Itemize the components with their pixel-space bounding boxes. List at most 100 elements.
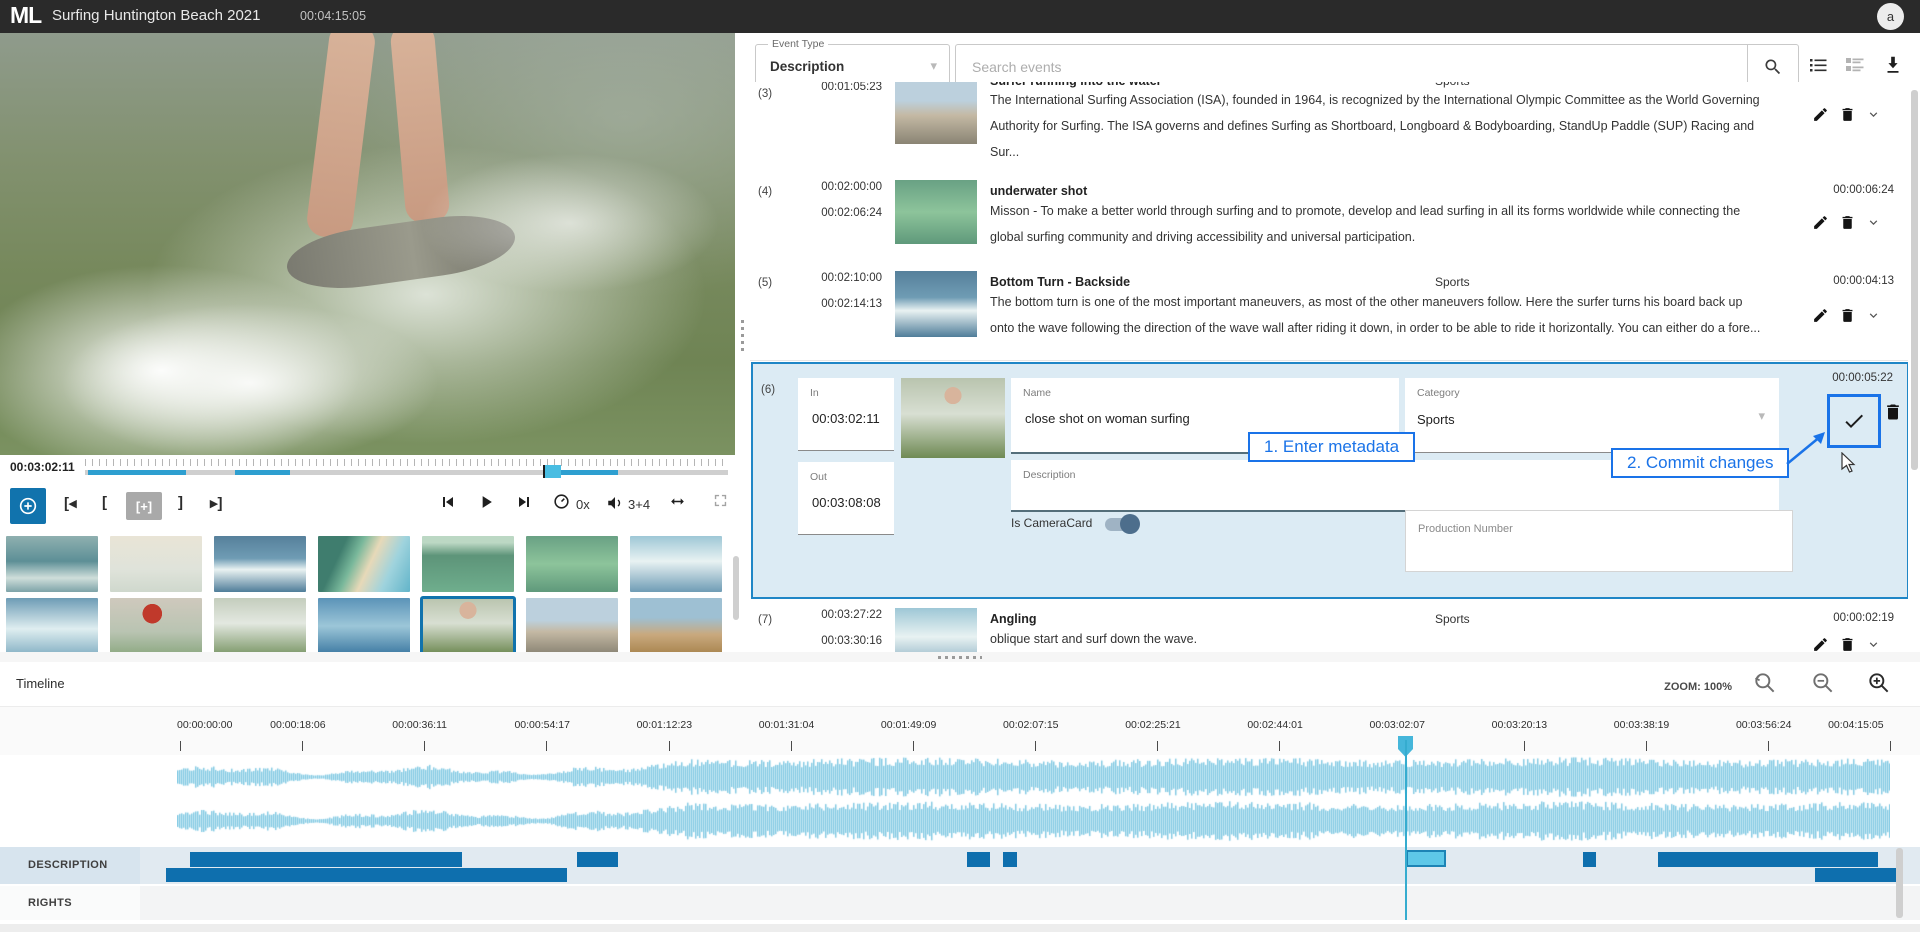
player-timecode: 00:03:02:11 — [10, 460, 75, 474]
play-button[interactable] — [476, 492, 496, 512]
ruler-tick — [1157, 741, 1158, 751]
event-list-scrollbar[interactable] — [1911, 90, 1918, 470]
thumbnail-beach-runners[interactable] — [526, 598, 618, 654]
timeline-ruler[interactable]: 00:00:00:0000:00:18:0600:00:36:1100:00:5… — [0, 706, 1920, 755]
add-subclip-button[interactable]: [+] — [126, 492, 162, 520]
add-event-button[interactable] — [10, 488, 46, 524]
event-thumbnail[interactable] — [895, 180, 977, 244]
goto-out-button[interactable]: ▸] — [210, 494, 223, 512]
event-title: Angling — [990, 612, 1037, 626]
scrubber-ticks — [85, 459, 728, 466]
search-input[interactable] — [970, 51, 1714, 83]
event-row-7[interactable]: (7) 00:03:27:22 00:03:30:16 Angling Spor… — [750, 600, 1908, 652]
audio-waveform[interactable] — [177, 755, 1890, 843]
thumbnail-ocean-wave[interactable] — [214, 536, 306, 592]
thumbnail-underwater-swimmer[interactable] — [526, 536, 618, 592]
user-avatar[interactable]: a — [1877, 3, 1904, 30]
skip-end-button[interactable] — [514, 492, 534, 512]
splitter-grip[interactable] — [938, 656, 982, 659]
event-row-5[interactable]: (5) 00:02:10:00 00:02:14:13 Bottom Turn … — [750, 263, 1908, 361]
in-timecode-field[interactable]: In — [798, 378, 894, 451]
thumbnail-breaking-blue-wave[interactable] — [6, 598, 98, 654]
thumbnail-blue-wave-surfer[interactable] — [318, 598, 410, 654]
delete-trash-icon[interactable] — [1839, 106, 1856, 123]
event-thumbnail[interactable] — [895, 82, 977, 144]
ruler-tick — [1768, 741, 1769, 751]
asset-duration: 00:04:15:05 — [300, 9, 366, 23]
video-frame[interactable] — [0, 33, 735, 455]
thumbnail-pale-breaking-wave[interactable] — [110, 536, 202, 592]
ruler-tick-label: 00:00:36:11 — [392, 719, 447, 731]
timeline-zoom-level: ZOOM: 100% — [1622, 681, 1732, 693]
event-title: underwater shot — [990, 184, 1087, 198]
chevron-down-icon[interactable]: ▾ — [1758, 408, 1765, 424]
thumbnail-surfers-walking-boards[interactable] — [630, 598, 722, 654]
production-number-field[interactable]: Production Number — [1405, 510, 1793, 572]
event-category: Sports — [1435, 275, 1470, 289]
delete-trash-icon[interactable] — [1839, 214, 1856, 231]
category-field[interactable]: Category Sports ▾ — [1405, 378, 1779, 453]
event-timecodes: 00:02:10:00 00:02:14:13 — [790, 265, 882, 317]
fit-width-icon[interactable] — [668, 492, 687, 511]
speaker-icon[interactable] — [606, 494, 624, 512]
thumbnail-surfer-legs-foam[interactable] — [214, 598, 306, 654]
chevron-down-icon[interactable] — [1866, 215, 1881, 230]
thumbnail-surfer-legs-green[interactable] — [422, 598, 514, 654]
event-row-4[interactable]: (4) 00:02:00:00 00:02:06:24 underwater s… — [750, 172, 1908, 264]
download-icon[interactable] — [1882, 53, 1904, 77]
chevron-down-icon[interactable] — [1866, 637, 1881, 652]
out-timecode-field[interactable]: Out — [798, 462, 894, 535]
timeline-scrollbar[interactable] — [1896, 848, 1903, 918]
event-thumbnail[interactable] — [901, 378, 1005, 458]
goto-in-button[interactable]: [◂ — [64, 494, 77, 512]
chevron-down-icon[interactable] — [1866, 107, 1881, 122]
scrubber-playhead[interactable] — [543, 465, 561, 478]
in-input[interactable] — [810, 410, 900, 427]
mark-out-button[interactable]: ] — [178, 494, 183, 511]
timeline-title: Timeline — [16, 676, 65, 691]
edit-pencil-icon[interactable] — [1812, 214, 1829, 231]
event-row-6-editing[interactable]: (6) In Out Name Category Sports ▾ Descri… — [751, 362, 1908, 599]
event-number: (6) — [761, 384, 775, 396]
callout-arrow — [1783, 422, 1833, 468]
skip-start-button[interactable] — [438, 492, 458, 512]
event-thumbnail[interactable] — [895, 608, 977, 652]
name-input[interactable] — [1023, 410, 1376, 427]
commit-button[interactable] — [1827, 394, 1881, 448]
edit-pencil-icon[interactable] — [1812, 636, 1829, 652]
horizontal-splitter[interactable] — [0, 652, 1920, 662]
ruler-tick-label: 00:03:02:07 — [1370, 719, 1425, 731]
zoom-out-icon[interactable] — [1810, 670, 1836, 696]
thumbnail-surfer-closeup-red[interactable] — [110, 598, 202, 654]
zoom-in-icon[interactable] — [1866, 670, 1892, 696]
edit-pencil-icon[interactable] — [1812, 307, 1829, 324]
event-thumbnail[interactable] — [895, 271, 977, 337]
is-cameracard-toggle[interactable] — [1105, 518, 1137, 531]
delete-trash-icon[interactable] — [1883, 402, 1903, 422]
thumbnail-aerial-beach-palms[interactable] — [318, 536, 410, 592]
thumbnail-scrollbar[interactable] — [733, 556, 739, 620]
fullscreen-icon[interactable] — [712, 492, 729, 509]
ruler-tick-label: 00:00:18:06 — [270, 719, 325, 731]
mark-in-button[interactable]: [ — [102, 494, 107, 511]
speed-gauge-icon[interactable] — [552, 492, 571, 511]
thumbnail-underwater-surface[interactable] — [422, 536, 514, 592]
zoom-reset-icon[interactable] — [1752, 670, 1778, 696]
out-input[interactable] — [810, 494, 900, 511]
timeline-playhead-line[interactable] — [1405, 740, 1407, 920]
chevron-down-icon[interactable] — [1866, 308, 1881, 323]
speed-value[interactable]: 0x — [576, 497, 590, 512]
audio-channels-value[interactable]: 3+4 — [628, 497, 650, 512]
thumbnail-surfer-on-wave[interactable] — [630, 536, 722, 592]
edit-pencil-icon[interactable] — [1812, 106, 1829, 123]
description-label: Description — [1023, 469, 1076, 481]
thumbnail-surfers-in-whitewater[interactable] — [6, 536, 98, 592]
panel-splitter-vertical[interactable] — [741, 320, 744, 354]
list-view-icon[interactable] — [1806, 53, 1830, 77]
event-duration: 00:00:06:24 — [1833, 184, 1894, 196]
delete-trash-icon[interactable] — [1839, 636, 1856, 652]
ruler-tick — [1646, 741, 1647, 751]
scrubber-bar[interactable] — [85, 470, 728, 475]
delete-trash-icon[interactable] — [1839, 307, 1856, 324]
detail-view-icon[interactable] — [1842, 53, 1868, 77]
